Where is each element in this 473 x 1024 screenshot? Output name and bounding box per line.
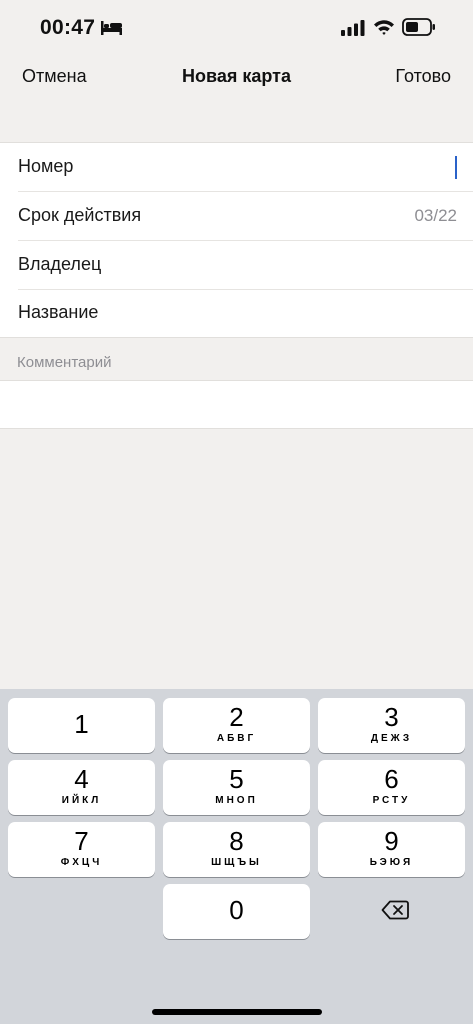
home-indicator bbox=[152, 1009, 322, 1015]
owner-label: Владелец bbox=[18, 254, 102, 274]
number-field[interactable]: Номер bbox=[18, 143, 473, 192]
key-digit: 7 bbox=[74, 826, 89, 856]
key-letters: ИЙКЛ bbox=[61, 795, 102, 806]
comment-field[interactable] bbox=[0, 380, 473, 429]
key-letters: ЬЭЮЯ bbox=[369, 857, 414, 868]
backspace-icon[interactable] bbox=[381, 900, 409, 920]
key-letters: РСТУ bbox=[372, 795, 411, 806]
key-8[interactable]: 8 ШЩЪЫ bbox=[163, 822, 310, 877]
expiry-value: 03/22 bbox=[414, 206, 457, 225]
key-0[interactable]: 0 bbox=[163, 884, 310, 939]
cancel-button[interactable]: Отмена bbox=[22, 66, 87, 87]
key-7[interactable]: 7 ФХЦЧ bbox=[8, 822, 155, 877]
name-field[interactable]: Название bbox=[18, 289, 473, 337]
battery-icon bbox=[402, 18, 435, 36]
comment-header: Комментарий bbox=[17, 354, 112, 371]
done-button[interactable]: Готово bbox=[395, 66, 451, 87]
key-digit: 1 bbox=[74, 709, 89, 739]
key-digit: 6 bbox=[384, 764, 399, 794]
key-letters: АБВГ bbox=[216, 733, 257, 744]
key-letters: ШЩЪЫ bbox=[211, 857, 262, 868]
key-letters: ФХЦЧ bbox=[60, 857, 103, 868]
number-label: Номер bbox=[18, 156, 74, 176]
key-1[interactable]: 1 bbox=[8, 698, 155, 753]
wifi-icon bbox=[374, 20, 394, 35]
key-digit: 2 bbox=[229, 702, 244, 732]
key-9[interactable]: 9 ЬЭЮЯ bbox=[318, 822, 465, 877]
signal-icon bbox=[341, 20, 365, 36]
nav-bar: Новая карта Отмена Готово bbox=[0, 56, 473, 100]
key-letters: МНОП bbox=[215, 795, 258, 806]
expiry-label: Срок действия bbox=[18, 205, 142, 225]
key-digit: 0 bbox=[229, 895, 244, 925]
key-letters: ДЕЖЗ bbox=[370, 733, 413, 744]
key-digit: 4 bbox=[74, 764, 89, 794]
card-form: Номер Срок действия 03/22 Владелец Назва… bbox=[0, 142, 473, 338]
key-digit: 5 bbox=[229, 764, 244, 794]
expiry-field[interactable]: Срок действия 03/22 bbox=[18, 192, 473, 241]
key-6[interactable]: 6 РСТУ bbox=[318, 760, 465, 815]
numeric-keyboard: 1 2 АБВГ 3 ДЕЖЗ 4 ИЙКЛ 5 МНОП 6 РСТУ 7 Ф… bbox=[0, 689, 473, 1024]
text-cursor bbox=[455, 156, 457, 179]
key-5[interactable]: 5 МНОП bbox=[163, 760, 310, 815]
name-label: Название bbox=[18, 302, 99, 322]
key-digit: 8 bbox=[229, 826, 244, 856]
key-digit: 9 bbox=[384, 826, 399, 856]
status-bar: 00:47 bbox=[0, 0, 473, 56]
bed-icon bbox=[101, 21, 122, 35]
key-4[interactable]: 4 ИЙКЛ bbox=[8, 760, 155, 815]
key-3[interactable]: 3 ДЕЖЗ bbox=[318, 698, 465, 753]
status-time: 00:47 bbox=[40, 16, 96, 39]
key-2[interactable]: 2 АБВГ bbox=[163, 698, 310, 753]
key-digit: 3 bbox=[384, 702, 399, 732]
owner-field[interactable]: Владелец bbox=[18, 241, 473, 290]
